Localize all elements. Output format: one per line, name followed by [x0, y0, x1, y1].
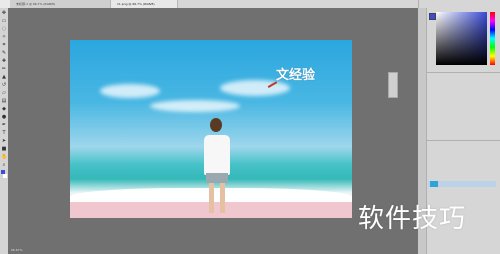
- layers-lock-row[interactable]: [428, 170, 496, 174]
- background-color-swatch[interactable]: [3, 174, 7, 178]
- person-leg: [220, 183, 225, 213]
- pen-tool-icon[interactable]: ✒: [1, 122, 7, 128]
- layers-panel-header[interactable]: [428, 146, 496, 150]
- adjustments-icons-row[interactable]: [428, 84, 496, 88]
- app-menu-corner[interactable]: [0, 0, 10, 8]
- clone-stamp-tool-icon[interactable]: ▲: [1, 74, 7, 80]
- magic-wand-tool-icon[interactable]: ✧: [1, 34, 7, 40]
- person-leg: [209, 183, 214, 213]
- brush-tool-icon[interactable]: ✏: [1, 66, 7, 72]
- zoom-tool-icon[interactable]: ⌕: [1, 162, 7, 168]
- layers-filter-row[interactable]: [428, 154, 496, 158]
- person-head: [210, 118, 222, 132]
- person-shorts: [206, 173, 228, 183]
- cloud: [150, 100, 240, 112]
- hue-slider[interactable]: [490, 12, 495, 65]
- gradient-tool-icon[interactable]: ▤: [1, 98, 7, 104]
- panel-divider: [426, 72, 500, 73]
- adjustments-icons-row[interactable]: [428, 92, 496, 96]
- crop-tool-icon[interactable]: ⌗: [1, 42, 7, 48]
- eyedropper-tool-icon[interactable]: ✎: [1, 50, 7, 56]
- watermark-text: 软件技巧: [358, 204, 467, 234]
- path-selection-tool-icon[interactable]: ➤: [1, 138, 7, 144]
- person-shirt: [204, 135, 230, 175]
- type-tool-icon[interactable]: T: [1, 130, 7, 136]
- healing-brush-tool-icon[interactable]: ✚: [1, 58, 7, 64]
- layer-row-selected[interactable]: [428, 181, 496, 187]
- marquee-tool-icon[interactable]: ▭: [1, 18, 7, 24]
- layer-thumbnail: [430, 181, 438, 187]
- adjustments-icons-row[interactable]: [428, 100, 496, 104]
- layers-blend-row[interactable]: [428, 162, 496, 166]
- color-panel-swatch[interactable]: [429, 13, 436, 20]
- move-tool-icon[interactable]: ✥: [1, 10, 7, 16]
- text-layer-content[interactable]: 文经验: [276, 64, 315, 83]
- dodge-tool-icon[interactable]: ●: [1, 114, 7, 120]
- history-brush-tool-icon[interactable]: ↺: [1, 82, 7, 88]
- eraser-tool-icon[interactable]: ▱: [1, 90, 7, 96]
- color-field[interactable]: [436, 12, 487, 65]
- document-tabs: 未标题-1 @ 66.7% (RGB/8) 11.png @ 66.7% (RG…: [10, 0, 178, 8]
- lasso-tool-icon[interactable]: ◌: [1, 26, 7, 32]
- cloud: [100, 84, 160, 98]
- blur-tool-icon[interactable]: ◆: [1, 106, 7, 112]
- collapsed-panel-icons[interactable]: [388, 72, 398, 98]
- adjustments-panel-header[interactable]: [428, 76, 496, 80]
- hand-tool-icon[interactable]: ✋: [1, 154, 7, 160]
- status-zoom[interactable]: 66.67%: [8, 247, 131, 254]
- tab-photo[interactable]: 11.png @ 66.7% (RGB/8): [111, 0, 178, 8]
- panel-divider: [426, 140, 500, 141]
- tab-untitled[interactable]: 未标题-1 @ 66.7% (RGB/8): [10, 0, 111, 8]
- shape-tool-icon[interactable]: ■: [1, 146, 7, 152]
